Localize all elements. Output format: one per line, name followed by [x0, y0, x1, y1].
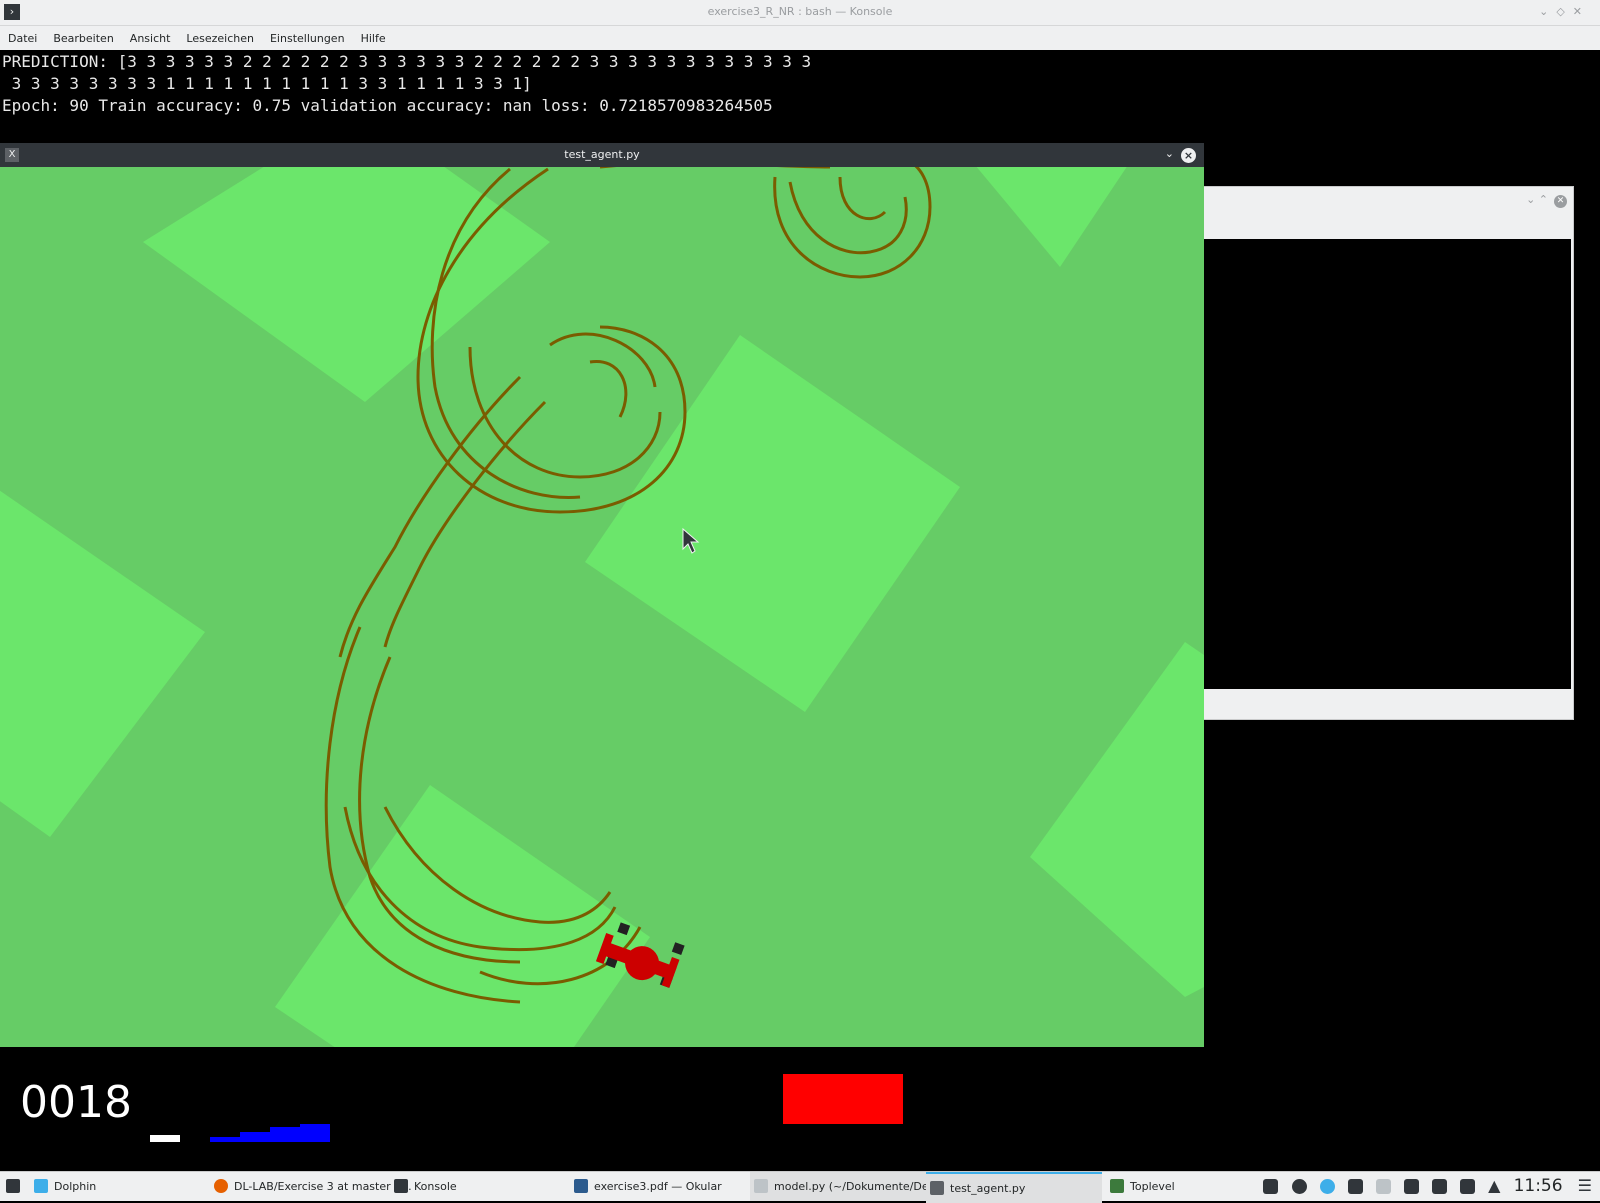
display-icon[interactable] [1347, 1179, 1363, 1194]
hud-indicators [150, 1074, 903, 1142]
network-icon[interactable] [1375, 1179, 1391, 1194]
volume-icon[interactable] [1460, 1179, 1476, 1194]
task-firefox[interactable]: DL-LAB/Exercise 3 at master · ... [210, 1172, 412, 1201]
expand-tray-icon[interactable]: ▲ [1488, 1176, 1500, 1195]
maximize-icon[interactable]: ◇ [1556, 5, 1572, 18]
x-app-icon [930, 1181, 944, 1195]
menu-ansicht[interactable]: Ansicht [122, 26, 179, 45]
okular-icon [574, 1179, 588, 1193]
window-controls[interactable]: ⌄◇✕ [1539, 5, 1590, 18]
lock-icon[interactable] [1431, 1179, 1447, 1194]
toplevel-canvas [1181, 239, 1571, 689]
close-icon[interactable]: × [1181, 148, 1196, 163]
task-test-agent[interactable]: test_agent.py [926, 1172, 1102, 1203]
abs-indicator [300, 1124, 330, 1142]
close-icon[interactable]: ✕ [1573, 5, 1590, 18]
taskbar: Dolphin DL-LAB/Exercise 3 at master · ..… [0, 1171, 1600, 1203]
system-tray: ▲ 11:56 ☰ [1259, 1172, 1594, 1201]
close-icon[interactable]: ✕ [1554, 195, 1567, 208]
python-icon [1110, 1179, 1124, 1193]
accessibility-icon[interactable] [1319, 1179, 1335, 1194]
task-toplevel[interactable]: Toplevel [1106, 1172, 1282, 1201]
abs-indicator [210, 1137, 240, 1142]
clock[interactable]: 11:56 [1514, 1176, 1563, 1196]
minimize-icon[interactable]: ⌄ [1526, 193, 1535, 206]
task-label: model.py (~/Dokumente/Dee... [774, 1180, 946, 1193]
launcher-icon[interactable] [6, 1179, 20, 1193]
abs-indicator [240, 1132, 270, 1142]
window-title: test_agent.py [564, 148, 640, 161]
abs-indicator [270, 1127, 300, 1142]
panel-menu-icon[interactable]: ☰ [1578, 1176, 1592, 1195]
terminal-line: PREDICTION: [3 3 3 3 3 3 2 2 2 2 2 2 3 3… [2, 52, 812, 71]
kdeconnect-icon[interactable] [1263, 1179, 1279, 1194]
konsole-titlebar[interactable]: › exercise3_R_NR : bash — Konsole ⌄◇✕ [0, 0, 1600, 26]
kate-icon [754, 1179, 768, 1193]
window-controls[interactable]: ⌄ ⌃ ✕ [1526, 193, 1567, 208]
menu-bearbeiten[interactable]: Bearbeiten [45, 26, 121, 45]
menu-einstellungen[interactable]: Einstellungen [262, 26, 353, 45]
task-label: Dolphin [54, 1180, 97, 1193]
task-label: exercise3.pdf — Okular [594, 1180, 722, 1193]
clipboard-icon[interactable] [1403, 1179, 1419, 1194]
minimize-icon[interactable]: ⌄ [1539, 5, 1556, 18]
task-label: DL-LAB/Exercise 3 at master · ... [234, 1180, 412, 1193]
task-label: test_agent.py [950, 1182, 1026, 1195]
toplevel-window[interactable]: ⌄ ⌃ ✕ [1180, 186, 1574, 720]
minimize-icon[interactable]: ⌄ [1165, 147, 1174, 160]
terminal-line: 3 3 3 3 3 3 3 3 1 1 1 1 1 1 1 1 1 1 3 3 … [2, 74, 532, 93]
terminal-line: Epoch: 90 Train accuracy: 0.75 validatio… [2, 96, 773, 115]
task-dolphin[interactable]: Dolphin [30, 1172, 210, 1201]
speed-indicator [150, 1135, 180, 1142]
game-canvas[interactable] [0, 167, 1204, 1047]
game-hud: 0018 [0, 1047, 1204, 1170]
window-title: exercise3_R_NR : bash — Konsole [707, 5, 893, 18]
task-konsole[interactable]: Konsole [390, 1172, 570, 1201]
konsole-icon [394, 1179, 408, 1193]
application-launcher[interactable] [0, 1172, 28, 1201]
task-label: Toplevel [1130, 1180, 1175, 1193]
task-okular[interactable]: exercise3.pdf — Okular [570, 1172, 750, 1201]
racing-scene [0, 167, 1204, 1047]
menubar: Datei Bearbeiten Ansicht Lesezeichen Einstel… [0, 26, 1600, 50]
firefox-icon [214, 1179, 228, 1193]
task-label: Konsole [414, 1180, 457, 1193]
menu-hilfe[interactable]: Hilfe [353, 26, 394, 45]
menu-datei[interactable]: Datei [0, 26, 45, 45]
steering-indicator [783, 1074, 903, 1124]
menu-lesezeichen[interactable]: Lesezeichen [178, 26, 262, 45]
updates-icon[interactable] [1291, 1179, 1307, 1194]
game-titlebar[interactable]: X test_agent.py ⌄ × [0, 143, 1204, 167]
task-kate[interactable]: model.py (~/Dokumente/Dee... [750, 1172, 946, 1201]
game-window[interactable]: X test_agent.py ⌄ × 0018 [0, 143, 1204, 1170]
dolphin-icon [34, 1179, 48, 1193]
maximize-icon[interactable]: ⌃ [1539, 193, 1548, 206]
